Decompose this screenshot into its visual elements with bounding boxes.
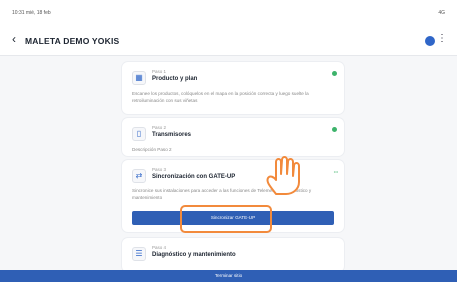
status-indicators: 4G <box>438 10 445 16</box>
finish-site-button[interactable]: Terminar sitio <box>0 270 457 282</box>
step-number: Paso 3 <box>152 167 167 172</box>
step-name: Diagnóstico y mantenimiento <box>152 252 236 258</box>
step-card-2[interactable]: ▯ Paso 2 Transmisores Descripción Paso 2 <box>122 118 344 156</box>
step-number: Paso 1 <box>152 69 167 74</box>
check-icon <box>332 127 337 132</box>
status-time: 10:31 mié, 18 feb <box>12 10 51 16</box>
sync-icon: ⇄ <box>132 169 146 183</box>
step-name: Producto y plan <box>152 76 198 82</box>
step-card-4[interactable]: ☰ Paso 4 Diagnóstico y mantenimiento <box>122 238 344 272</box>
status-bar: 10:31 mié, 18 feb 4G <box>0 0 457 26</box>
step-name: Transmisores <box>152 132 192 138</box>
arrow-left-icon[interactable]: ‹ <box>12 32 16 46</box>
avatar[interactable] <box>425 36 435 46</box>
diagnostic-icon: ☰ <box>132 247 146 261</box>
sync-button-highlight <box>180 205 272 233</box>
step-name: Sincronización con GATE-UP <box>152 174 236 180</box>
step-number: Paso 4 <box>152 245 167 250</box>
map-icon: ▦ <box>132 71 146 85</box>
step-card-1[interactable]: ▦ Paso 1 Producto y plan Escanee los pro… <box>122 62 344 114</box>
step-number: Paso 2 <box>152 125 167 130</box>
status-badge: ••• <box>333 169 338 174</box>
check-icon <box>332 71 337 76</box>
page-title: MALETA DEMO YOKIS <box>25 36 120 46</box>
more-vertical-icon[interactable]: ⋮ <box>437 33 447 44</box>
steps-list: ▦ Paso 1 Producto y plan Escanee los pro… <box>0 56 457 272</box>
transmitter-icon: ▯ <box>132 127 146 141</box>
app-header: ‹ MALETA DEMO YOKIS ⋮ <box>0 26 457 56</box>
pointer-hand-icon <box>266 156 300 195</box>
step-description: Escanee los productos, colóquelos en el … <box>132 91 309 103</box>
